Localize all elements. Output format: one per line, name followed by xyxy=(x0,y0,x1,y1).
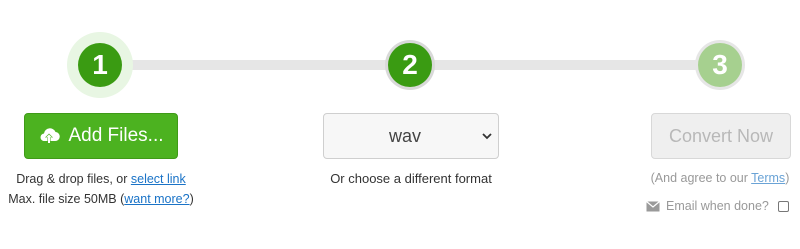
envelope-icon xyxy=(646,200,660,212)
cloud-upload-icon xyxy=(38,126,61,146)
step-2-indicator: 2 xyxy=(388,43,432,87)
terms-suffix: ) xyxy=(785,171,790,185)
step-3-indicator: 3 xyxy=(698,43,742,87)
terms-prefix: (And agree to our xyxy=(650,171,752,185)
select-link[interactable]: select link xyxy=(131,172,186,186)
add-files-button[interactable]: Add Files... xyxy=(24,113,178,159)
chevron-down-icon xyxy=(476,132,498,140)
email-label: Email when done? xyxy=(666,199,769,213)
step-1-indicator: 1 xyxy=(78,43,122,87)
drag-drop-text: Drag & drop files, or xyxy=(16,172,131,186)
email-checkbox[interactable] xyxy=(777,200,789,212)
email-when-done-row: Email when done? xyxy=(646,198,796,214)
terms-link[interactable]: Terms xyxy=(751,171,785,185)
terms-agreement: (And agree to our Terms) xyxy=(620,171,800,185)
want-more-link[interactable]: want more? xyxy=(124,192,189,206)
drag-drop-hint: Drag & drop files, or select link xyxy=(0,172,202,186)
max-size-close: ) xyxy=(189,192,194,206)
max-size-hint: Max. file size 50MB (want more?) xyxy=(0,192,202,206)
format-caption: Or choose a different format xyxy=(330,171,492,186)
convert-now-button[interactable]: Convert Now xyxy=(651,113,791,159)
add-files-label: Add Files... xyxy=(68,125,164,146)
format-select[interactable]: wav xyxy=(323,113,499,159)
format-select-value: wav xyxy=(388,125,421,146)
max-size-text: Max. file size 50MB ( xyxy=(8,192,125,206)
